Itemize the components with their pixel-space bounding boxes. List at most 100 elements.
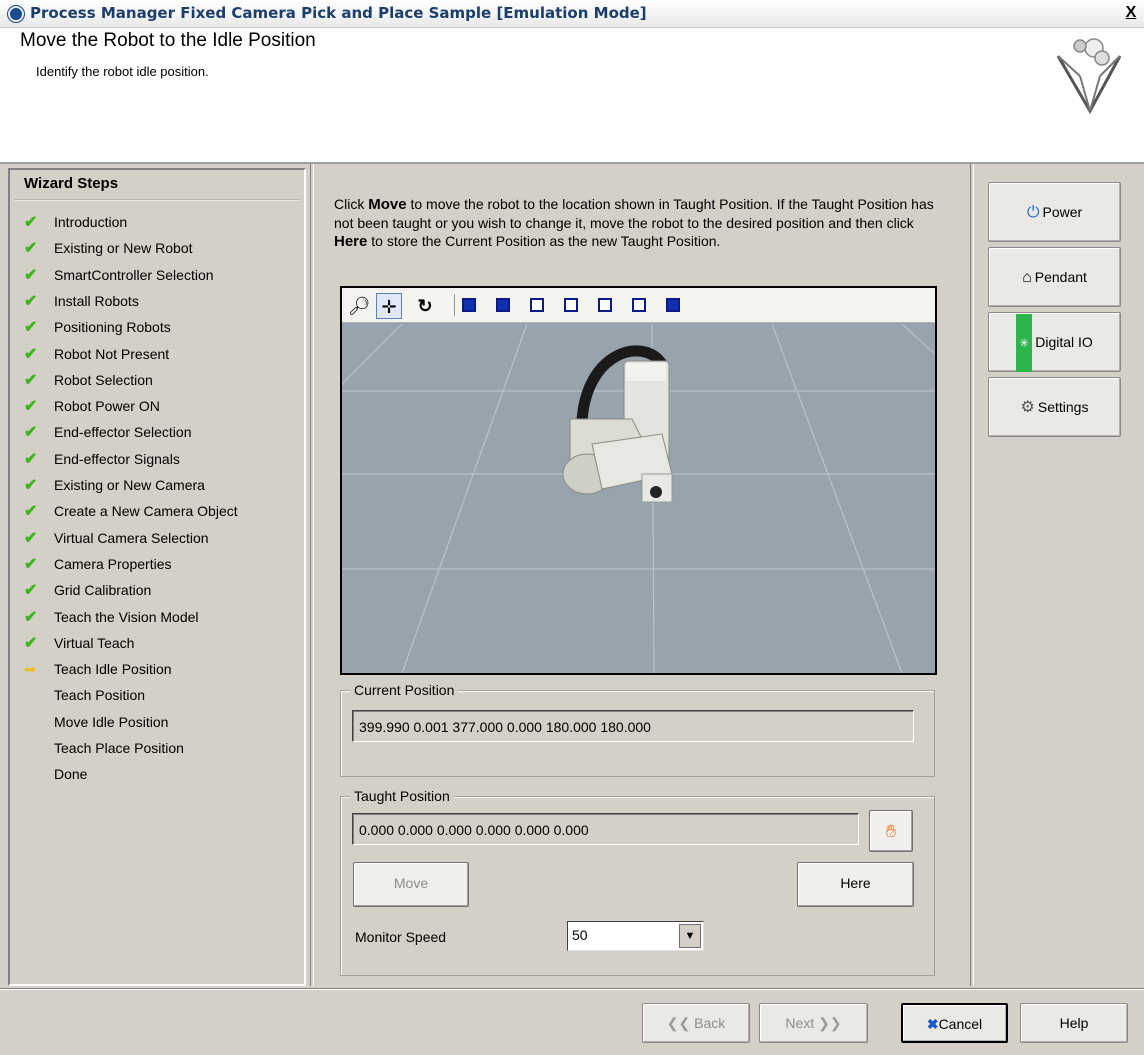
view-right-icon[interactable]: [564, 298, 578, 312]
wizard-step-label: Teach Place Position: [54, 740, 184, 756]
wizard-step-item: ✔ Robot Power ON: [24, 395, 160, 417]
wizard-step-label: Robot Selection: [54, 371, 153, 388]
chevron-down-icon[interactable]: ▼: [679, 924, 701, 948]
footer-divider: [0, 988, 1144, 990]
sidebar-divider: [14, 199, 300, 201]
power-label: Power: [1042, 204, 1083, 220]
checkmark-icon: ✔: [24, 292, 38, 310]
instructions-part3: to store the Current Position as the new…: [367, 233, 721, 249]
digital-io-button[interactable]: ✳ Digital IO: [988, 312, 1121, 372]
wizard-step-label: Robot Not Present: [54, 345, 170, 362]
robot-logo-icon: [1056, 38, 1122, 115]
wizard-step-item: ✔ Grid Calibration: [24, 579, 151, 601]
pan-icon[interactable]: ✛: [376, 293, 402, 319]
digital-io-label: Digital IO: [1035, 334, 1093, 350]
view-iso-icon[interactable]: [666, 298, 680, 312]
page-title: Move the Robot to the Idle Position: [20, 30, 316, 51]
wizard-step-item: ✔ SmartController Selection: [24, 264, 214, 286]
zoom-icon[interactable]: 🔎︎: [346, 293, 372, 319]
wizard-step-label: Existing or New Camera: [54, 477, 205, 493]
wizard-step-label: End-effector Selection: [54, 424, 192, 441]
wizard-step-item: ➡ Teach Idle Position: [24, 658, 172, 680]
instructions-here-word: Here: [334, 233, 368, 250]
digital-io-icon: ✳: [1016, 314, 1033, 372]
move-button[interactable]: Move: [353, 862, 469, 907]
checkmark-icon: ✔: [24, 450, 38, 468]
close-button[interactable]: X: [1122, 4, 1140, 22]
view-left-icon[interactable]: [530, 298, 544, 312]
pendant-icon: ⌂: [1022, 269, 1032, 286]
wizard-step-item: Teach Position: [24, 684, 145, 706]
back-label: Back: [694, 1015, 726, 1031]
checkmark-icon: ✔: [24, 424, 38, 442]
next-button[interactable]: Next ❯❯: [759, 1003, 868, 1043]
gear-icon: ⚙: [1020, 399, 1035, 416]
robot-3d-viewer[interactable]: 🔎︎ ✛ ↻: [340, 286, 937, 675]
wizard-step-label: Positioning Robots: [54, 319, 171, 336]
current-step-arrow-icon: ➡: [24, 661, 36, 678]
power-button[interactable]: ⏻ Power: [988, 182, 1121, 242]
view-back-icon[interactable]: [496, 298, 510, 312]
checkmark-icon: ✔: [24, 266, 38, 284]
cancel-x-icon: ✖: [926, 1016, 939, 1032]
checkmark-icon: ✔: [24, 555, 38, 573]
next-label: Next: [785, 1015, 815, 1031]
monitor-speed-select[interactable]: 50 ▼: [567, 921, 704, 951]
wizard-step-item: ✔ Existing or New Camera: [24, 474, 205, 496]
wizard-step-item: ✔ Existing or New Robot: [24, 237, 193, 259]
view-top-icon[interactable]: [598, 298, 612, 312]
wizard-step-label: Introduction: [54, 214, 128, 230]
wizard-step-item: ✔ Teach the Vision Model: [24, 606, 199, 628]
wizard-step-label: Create a New Camera Object: [54, 503, 238, 520]
wizard-step-label: Existing or New Robot: [54, 240, 193, 257]
wizard-step-item: ✔ End-effector Signals: [24, 448, 180, 470]
wizard-step-label: Teach the Vision Model: [54, 608, 199, 625]
wizard-step-label: Virtual Camera Selection: [54, 529, 209, 546]
wizard-step-item: ✔ Virtual Teach: [24, 632, 134, 654]
wizard-step-label: Teach Idle Position: [54, 661, 172, 678]
pendant-label: Pendant: [1034, 269, 1087, 285]
wizard-step-item: ✔ Positioning Robots: [24, 316, 171, 338]
power-icon: ⏻: [1026, 204, 1040, 221]
wizard-step-label: Grid Calibration: [54, 582, 152, 599]
checkmark-icon: ✔: [24, 529, 38, 547]
wizard-step-label: Robot Power ON: [54, 398, 160, 415]
next-arrow-icon: ❯❯: [818, 1015, 842, 1031]
help-button[interactable]: Help: [1020, 1003, 1128, 1043]
checkmark-icon: ✔: [24, 503, 38, 521]
panel-divider-left: [310, 164, 314, 986]
wizard-step-label: Install Robots: [54, 292, 139, 309]
settings-button[interactable]: ⚙ Settings: [988, 377, 1121, 437]
here-button[interactable]: Here: [797, 862, 914, 907]
checkmark-icon: ✔: [24, 608, 38, 626]
instructions-part1: Click: [334, 196, 369, 212]
window-title: Process Manager Fixed Camera Pick and Pl…: [30, 4, 647, 22]
wizard-step-label: Move Idle Position: [54, 713, 169, 730]
wizard-step-label: End-effector Signals: [54, 450, 180, 467]
wizard-step-label: Done: [54, 766, 88, 783]
pendant-button[interactable]: ⌂ Pendant: [988, 247, 1121, 307]
wizard-step-item: Teach Place Position: [24, 737, 184, 759]
checkmark-icon: ✔: [24, 477, 38, 494]
instructions-text: Click Move to move the robot to the loca…: [334, 195, 944, 251]
monitor-speed-label: Monitor Speed: [355, 929, 447, 945]
view-bottom-icon[interactable]: [632, 298, 646, 312]
wizard-step-label: SmartController Selection: [54, 266, 214, 283]
wizard-step-label: Teach Position: [54, 687, 146, 704]
checkmark-icon: ✔: [24, 634, 38, 652]
checkmark-icon: ✔: [24, 240, 38, 258]
teach-hand-button[interactable]: ✋︎: [869, 810, 913, 852]
checkmark-icon: ✔: [24, 398, 38, 416]
taught-position-field[interactable]: 0.000 0.000 0.000 0.000 0.000 0.000: [352, 813, 859, 845]
panel-divider-right: [970, 164, 974, 986]
settings-label: Settings: [1037, 399, 1089, 415]
instructions-move-word: Move: [368, 196, 407, 213]
view-front-icon[interactable]: [462, 298, 476, 312]
cancel-button[interactable]: ✖Cancel: [901, 1003, 1008, 1043]
rotate-icon[interactable]: ↻: [412, 293, 438, 319]
viewer-toolbar: 🔎︎ ✛ ↻: [342, 288, 935, 323]
back-button[interactable]: ❮❮ Back: [642, 1003, 750, 1043]
wizard-step-label: Virtual Teach: [54, 634, 135, 651]
wizard-steps-title: Wizard Steps: [24, 175, 119, 192]
cancel-label: Cancel: [938, 1016, 983, 1032]
